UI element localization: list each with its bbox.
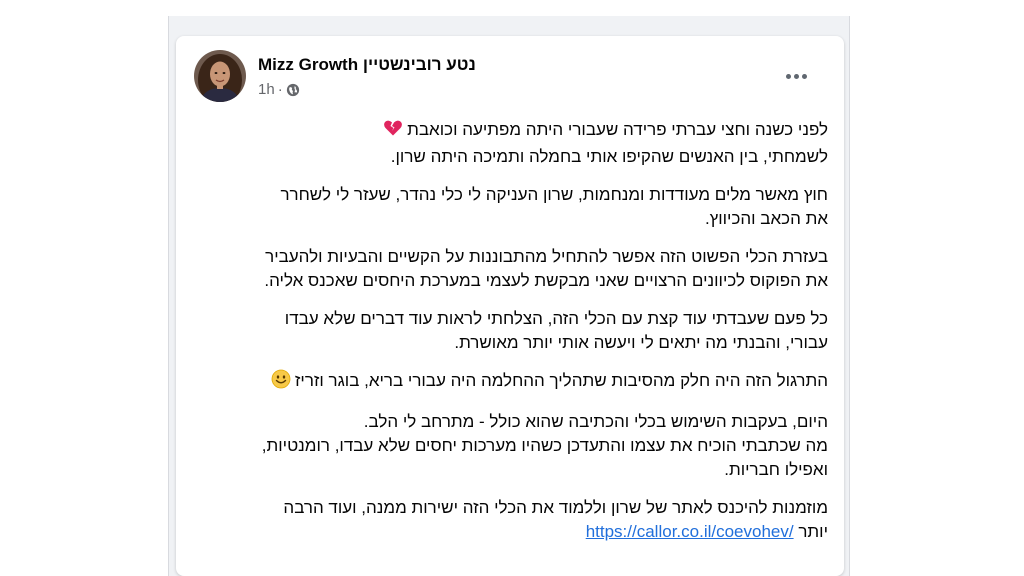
post-line: לפני כשנה וחצי עברתי פרידה שעבורי היתה מ… xyxy=(192,118,828,145)
meta-separator: · xyxy=(277,81,283,98)
more-dot xyxy=(793,73,799,79)
post-line: בעזרת הכלי הפשוט הזה אפשר להתחיל מהתבוננ… xyxy=(265,247,828,266)
author-name[interactable]: Mizz Growth נטע רובינשטיין xyxy=(258,55,476,75)
author-hebrew-name[interactable]: נטע רובינשטיין xyxy=(363,55,476,74)
post-paragraph: כל פעם שעבדתי עוד קצת עם הכלי הזה, הצלחת… xyxy=(192,307,828,355)
more-options-icon[interactable] xyxy=(778,62,814,90)
author-brand[interactable]: Mizz Growth xyxy=(258,55,358,74)
more-dot xyxy=(801,73,807,79)
globe-icon[interactable] xyxy=(286,83,300,97)
post-line: כל פעם שעבדתי עוד קצת עם הכלי הזה, הצלחת… xyxy=(284,309,828,328)
post-paragraph: היום, בעקבות השימוש בכלי והכתיבה שהוא כו… xyxy=(192,410,828,482)
post-body: לפני כשנה וחצי עברתי פרידה שעבורי היתה מ… xyxy=(192,118,828,558)
avatar-photo xyxy=(194,50,246,102)
smiling-emoji-icon xyxy=(271,369,291,396)
post-line: מה שכתבתי הוכיח את עצמו והתעדכן כשהיו מע… xyxy=(261,436,828,455)
post-paragraph: לפני כשנה וחצי עברתי פרידה שעבורי היתה מ… xyxy=(192,118,828,169)
more-dot xyxy=(785,73,791,79)
post-line: ואפילו חבריות. xyxy=(724,460,828,479)
post-paragraph: בעזרת הכלי הפשוט הזה אפשר להתחיל מהתבוננ… xyxy=(192,245,828,293)
post-line: מוזמנות להיכנס לאתר של שרון וללמוד את הכ… xyxy=(283,498,828,517)
callor-link[interactable]: https://callor.co.il/coevohev/ xyxy=(586,522,794,541)
post-card: Mizz Growth נטע רובינשטיין 1h · לפני כשנ… xyxy=(176,36,844,576)
post-time[interactable]: 1h xyxy=(258,81,275,98)
broken-heart-emoji-icon xyxy=(383,118,403,145)
post-paragraph: מוזמנות להיכנס לאתר של שרון וללמוד את הכ… xyxy=(192,496,828,544)
author-avatar[interactable] xyxy=(194,50,246,102)
post-line: את הפוקוס לכיוונים הרצויים שאני מבקשת לע… xyxy=(264,271,828,290)
post-line: חוץ מאשר מלים מעודדות ומנחמות, שרון העני… xyxy=(280,185,828,204)
post-paragraph: התרגול הזה היה חלק מהסיבות שתהליך ההחלמה… xyxy=(192,369,828,396)
post-line: לשמחתי, בין האנשים שהקיפו אותי בחמלה ותמ… xyxy=(390,147,828,166)
post-line: עבורי, והבנתי מה יתאים לי ויעשה אותי יות… xyxy=(454,333,828,352)
post-paragraph: חוץ מאשר מלים מעודדות ומנחמות, שרון העני… xyxy=(192,183,828,231)
post-line: את הכאב והכיווץ. xyxy=(704,209,828,228)
post-line: יותר https://callor.co.il/coevohev/ xyxy=(585,522,828,541)
post-line: התרגול הזה היה חלק מהסיבות שתהליך ההחלמה… xyxy=(192,369,828,396)
post-line: היום, בעקבות השימוש בכלי והכתיבה שהוא כו… xyxy=(363,412,828,431)
post-meta: 1h · xyxy=(258,81,300,98)
